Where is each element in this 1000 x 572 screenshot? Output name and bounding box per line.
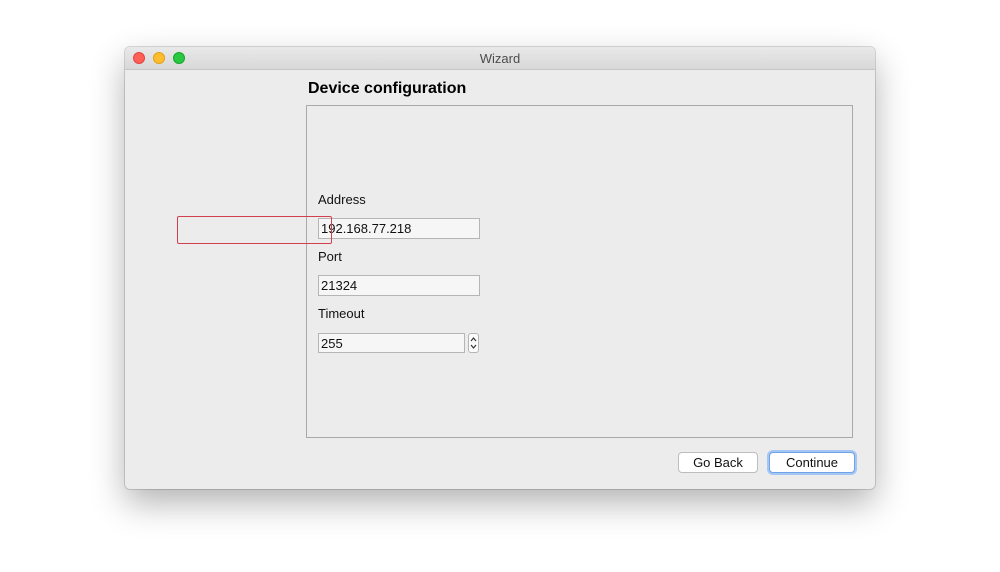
- port-label: Port: [318, 249, 342, 264]
- wizard-window: Wizard Device configuration Address Port…: [125, 47, 875, 489]
- content-frame: [306, 105, 853, 438]
- timeout-stepper[interactable]: [468, 333, 479, 353]
- up-down-stepper-icon: [470, 337, 477, 349]
- address-label: Address: [318, 192, 366, 207]
- continue-button[interactable]: Continue: [769, 452, 855, 473]
- timeout-field[interactable]: [318, 333, 465, 353]
- port-field[interactable]: [318, 275, 480, 296]
- timeout-label: Timeout: [318, 306, 365, 321]
- page-title: Device configuration: [308, 80, 467, 97]
- window-title: Wizard: [479, 51, 521, 66]
- address-field[interactable]: [318, 218, 480, 239]
- go-back-button[interactable]: Go Back: [678, 452, 758, 473]
- title-bar[interactable]: Wizard: [125, 47, 875, 70]
